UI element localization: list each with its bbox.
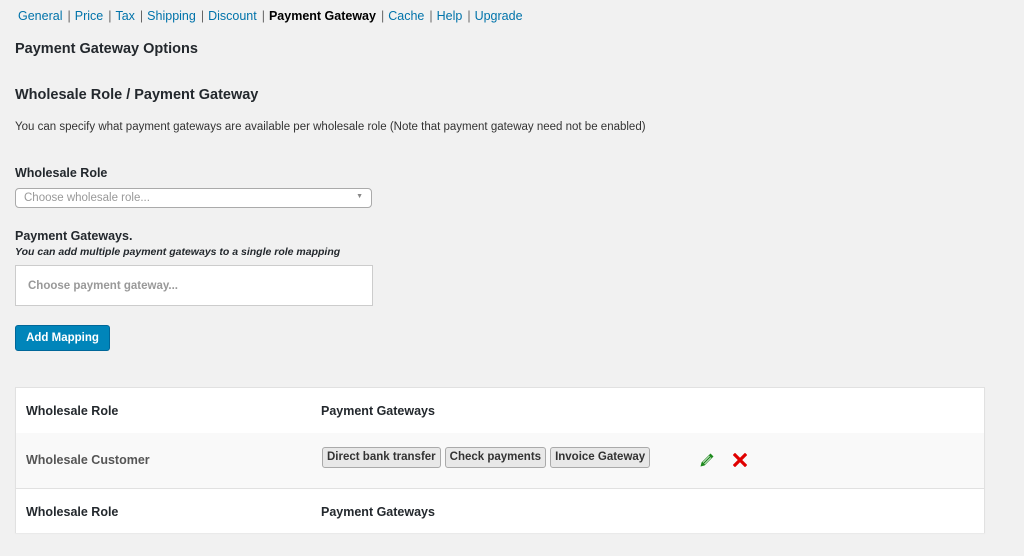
edit-icon[interactable] <box>699 452 715 468</box>
payment-gateways-label: Payment Gateways. <box>15 229 133 243</box>
payment-gateway-placeholder: Choose payment gateway... <box>28 280 178 292</box>
wholesale-role-select[interactable]: Choose wholesale role... ▼ <box>15 188 372 208</box>
delete-icon[interactable] <box>733 453 747 467</box>
subnav-general[interactable]: General <box>18 9 62 23</box>
settings-subnav: General | Price | Tax | Shipping | Discount | Paym… <box>18 8 523 24</box>
role-gateway-mapping-table: Wholesale Role Payment Gateways Wholesal… <box>15 387 985 533</box>
footer-header-payment-gateways: Payment Gateways <box>321 505 435 519</box>
subnav-separator: | <box>467 9 471 23</box>
gateway-chip: Check payments <box>444 447 547 468</box>
subnav-tax[interactable]: Tax <box>115 9 134 23</box>
wholesale-role-placeholder: Choose wholesale role... <box>24 192 150 204</box>
row-gateway-list: Direct bank transfer Check payments Invo… <box>322 447 651 468</box>
subnav-separator: | <box>380 9 385 23</box>
section-title: Wholesale Role / Payment Gateway <box>15 87 259 103</box>
subnav-separator: | <box>261 9 265 23</box>
page-title: Payment Gateway Options <box>15 41 198 57</box>
subnav-separator: | <box>429 9 433 23</box>
section-description: You can specify what payment gateways ar… <box>15 121 646 133</box>
subnav-shipping[interactable]: Shipping <box>147 9 196 23</box>
table-header-row: Wholesale Role Payment Gateways <box>16 388 984 434</box>
subnav-help[interactable]: Help <box>437 9 463 23</box>
gateway-chip: Direct bank transfer <box>322 447 441 468</box>
column-header-payment-gateways: Payment Gateways <box>321 404 435 418</box>
column-header-wholesale-role: Wholesale Role <box>26 404 119 418</box>
footer-header-wholesale-role: Wholesale Role <box>26 505 119 519</box>
subnav-separator: | <box>108 9 112 23</box>
subnav-separator: | <box>200 9 205 23</box>
table-row: Wholesale Customer Direct bank transfer … <box>16 433 984 489</box>
payment-gateways-hint: You can add multiple payment gateways to… <box>15 246 341 258</box>
subnav-separator: | <box>139 9 144 23</box>
subnav-cache[interactable]: Cache <box>388 9 424 23</box>
table-footer-row: Wholesale Role Payment Gateways <box>16 489 984 533</box>
wholesale-role-label: Wholesale Role <box>15 166 108 180</box>
subnav-discount[interactable]: Discount <box>208 9 257 23</box>
subnav-price[interactable]: Price <box>75 9 103 23</box>
dropdown-arrow-icon: ▼ <box>356 193 363 200</box>
add-mapping-button[interactable]: Add Mapping <box>15 325 110 351</box>
gateway-chip: Invoice Gateway <box>550 447 651 468</box>
payment-gateway-multiselect[interactable]: Choose payment gateway... <box>15 265 373 306</box>
row-wholesale-role: Wholesale Customer <box>26 453 150 467</box>
subnav-upgrade[interactable]: Upgrade <box>475 9 523 23</box>
subnav-payment-gateway-current: Payment Gateway <box>268 9 376 23</box>
subnav-separator: | <box>67 9 71 23</box>
